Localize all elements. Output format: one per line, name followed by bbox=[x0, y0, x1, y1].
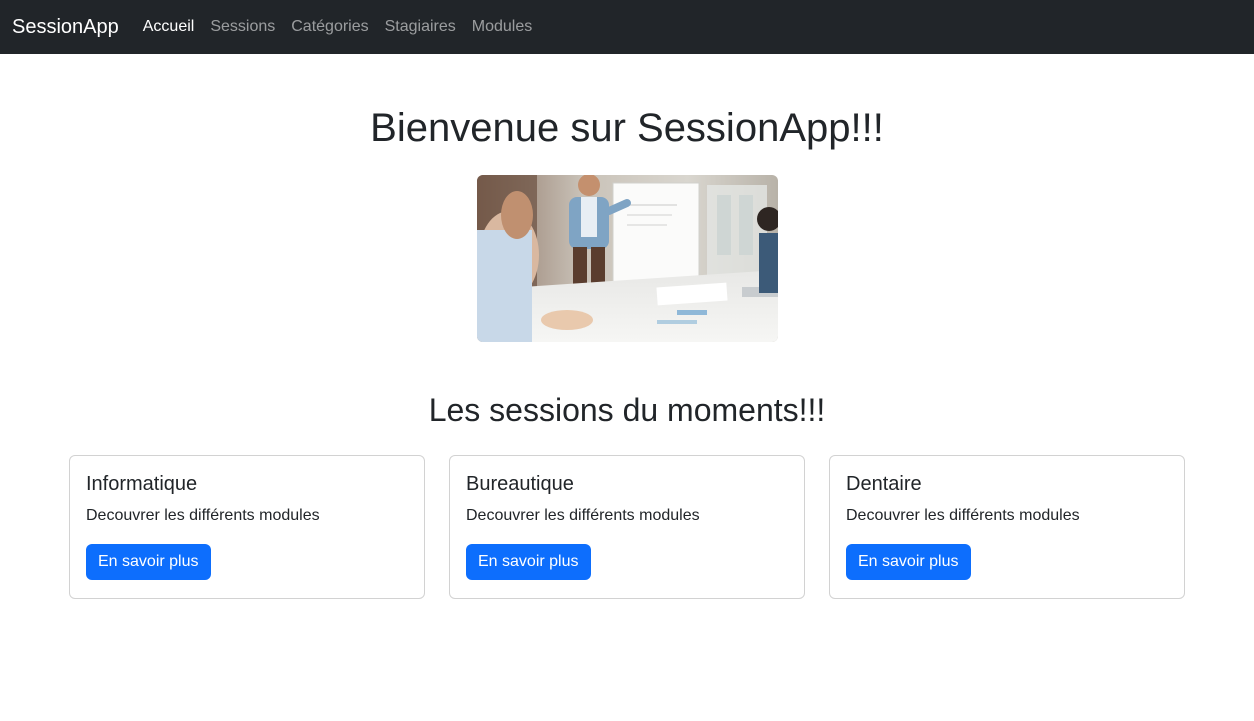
learn-more-button[interactable]: En savoir plus bbox=[846, 544, 971, 580]
session-cards: Informatique Decouvrer les différents mo… bbox=[69, 455, 1185, 599]
card-text: Decouvrer les différents modules bbox=[846, 507, 1080, 524]
hero-image bbox=[476, 175, 778, 342]
learn-more-button[interactable]: En savoir plus bbox=[86, 544, 211, 580]
card-title: Dentaire bbox=[846, 473, 922, 495]
navbar: SessionApp Accueil Sessions Catégories S… bbox=[0, 0, 1254, 54]
nav-link-sessions[interactable]: Sessions bbox=[202, 18, 283, 36]
page-title: Bienvenue sur SessionApp!!! bbox=[370, 106, 884, 150]
nav-link-categories[interactable]: Catégories bbox=[283, 18, 376, 36]
nav-link-accueil[interactable]: Accueil bbox=[135, 18, 203, 36]
nav-link-modules[interactable]: Modules bbox=[464, 18, 540, 36]
main-content: Bienvenue sur SessionApp!!! Les sessions… bbox=[0, 104, 1254, 599]
sessions-title: Les sessions du moments!!! bbox=[428, 392, 826, 428]
card-text: Decouvrer les différents modules bbox=[466, 507, 700, 524]
learn-more-button[interactable]: En savoir plus bbox=[466, 544, 591, 580]
card-title: Informatique bbox=[86, 473, 198, 495]
brand-link[interactable]: SessionApp bbox=[12, 16, 119, 39]
nav-link-stagiaires[interactable]: Stagiaires bbox=[377, 18, 464, 36]
session-card-bureautique: Bureautique Decouvrer les différents mod… bbox=[449, 455, 805, 599]
session-card-informatique: Informatique Decouvrer les différents mo… bbox=[69, 455, 425, 599]
card-text: Decouvrer les différents modules bbox=[86, 507, 320, 524]
nav-links: Accueil Sessions Catégories Stagiaires M… bbox=[135, 18, 541, 36]
session-card-dentaire: Dentaire Decouvrer les différents module… bbox=[829, 455, 1185, 599]
card-title: Bureautique bbox=[466, 473, 574, 495]
